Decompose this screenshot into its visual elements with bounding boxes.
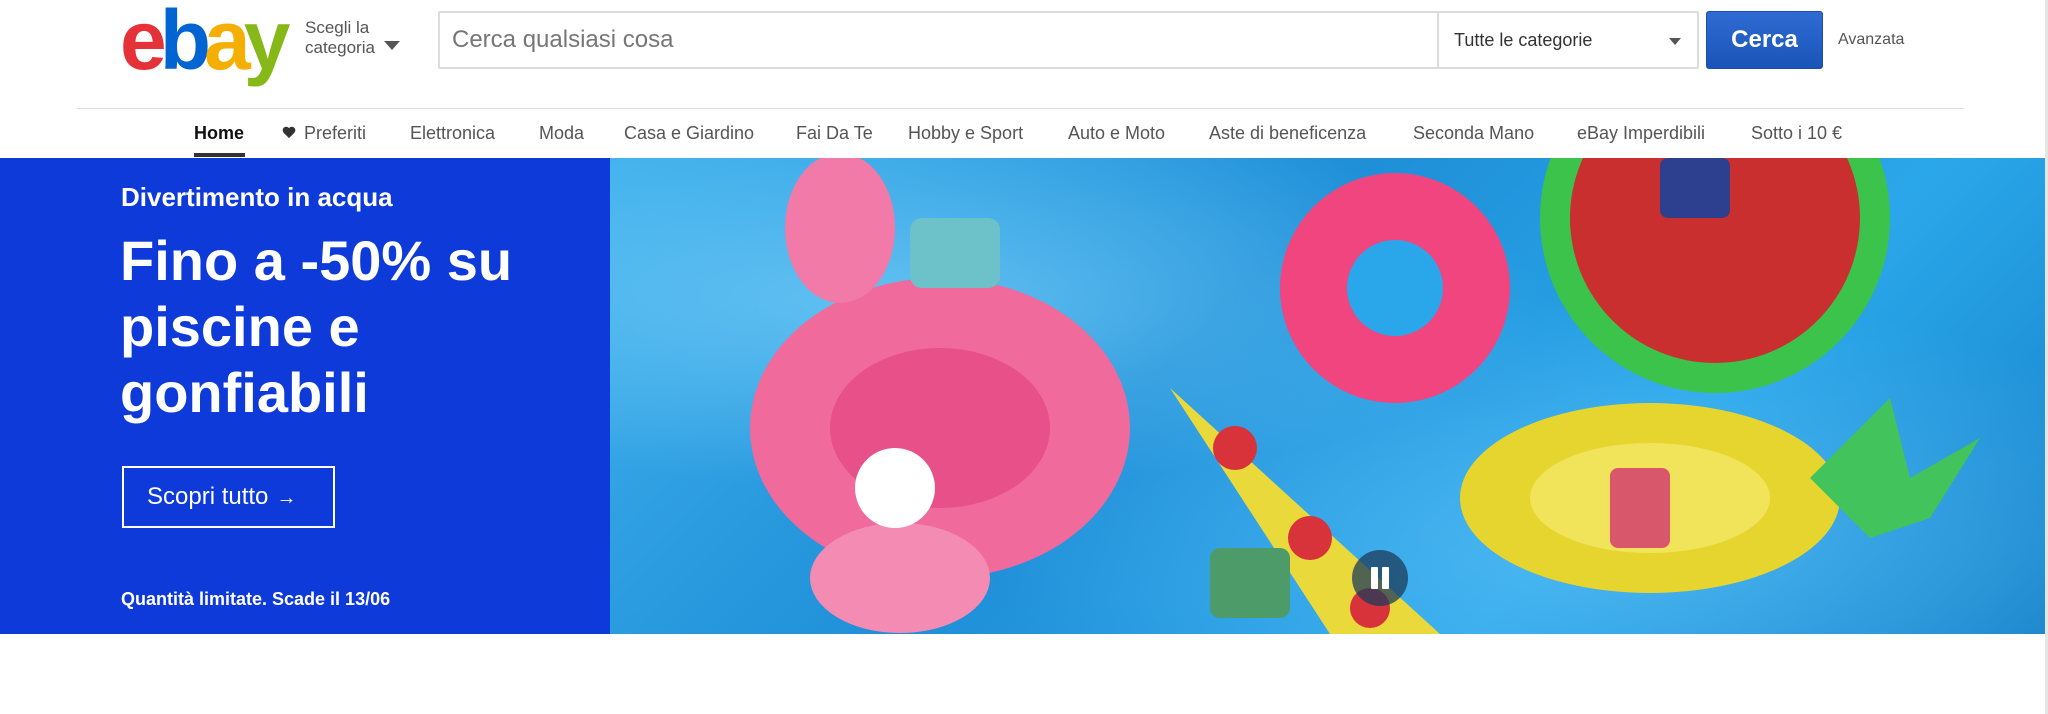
nav-item-aste-di-beneficenza[interactable]: Aste di beneficenza — [1209, 123, 1366, 144]
logo-letter-a: a — [204, 0, 251, 87]
nav-item-ebay-imperdibili[interactable]: eBay Imperdibili — [1577, 123, 1705, 144]
nav-item-preferiti[interactable]: Preferiti — [282, 123, 366, 144]
shop-by-category-button[interactable]: Scegli la categoria — [305, 18, 415, 62]
promo-kicker: Divertimento in acqua — [121, 182, 393, 212]
heart-icon — [282, 127, 296, 139]
nav-item-sotto-i-10[interactable]: Sotto i 10 € — [1751, 123, 1842, 144]
pool-floats-image[interactable] — [610, 158, 2045, 634]
ebay-logo[interactable]: ebay — [120, 0, 295, 87]
promo-panel: Divertimento in acqua Fino a -50% su pis… — [0, 158, 610, 634]
nav-item-elettronica[interactable]: Elettronica — [410, 123, 495, 144]
category-select[interactable]: Tutte le categorie — [1439, 13, 1697, 67]
logo-letter-y: y — [243, 0, 291, 87]
category-button-line1: Scegli la — [305, 18, 370, 37]
logo-letter-b: b — [159, 0, 211, 87]
advanced-search-link[interactable]: Avanzata — [1838, 31, 1904, 49]
nav-item-seconda-mano[interactable]: Seconda Mano — [1413, 123, 1534, 144]
nav-item-label: Preferiti — [304, 123, 367, 143]
promo-headline: Fino a -50% su piscine e gonfiabili — [120, 228, 590, 426]
search-button[interactable]: Cerca — [1706, 11, 1823, 69]
search-bar: Tutte le categorie — [438, 11, 1699, 69]
chevron-down-icon — [1669, 38, 1681, 45]
logo-letter-e: e — [120, 0, 167, 87]
nav-item-home[interactable]: Home — [194, 123, 244, 144]
active-tab-indicator — [194, 153, 245, 157]
headline-line: Fino a -50% su — [120, 229, 513, 292]
promo-fine-print: Quantità limitate. Scade il 13/06 — [121, 589, 391, 609]
pause-carousel-button[interactable] — [1352, 550, 1408, 606]
nav-item-moda[interactable]: Moda — [539, 123, 584, 144]
nav-item-auto-e-moto[interactable]: Auto e Moto — [1068, 123, 1165, 144]
arrow-right-icon: → — [276, 487, 297, 509]
hero-banner: Divertimento in acqua Fino a -50% su pis… — [0, 158, 2045, 634]
headline-line: gonfiabili — [120, 361, 369, 424]
chevron-down-icon — [384, 41, 400, 50]
search-input[interactable] — [440, 13, 1437, 67]
category-nav: Home Preferiti Elettronica Moda Casa e G… — [0, 109, 2045, 158]
scopri-tutto-button[interactable]: Scopri tutto → — [122, 466, 335, 528]
category-select-value: Tutte le categorie — [1454, 30, 1593, 50]
nav-item-casa-e-giardino[interactable]: Casa e Giardino — [624, 123, 754, 144]
headline-line: piscine e — [120, 295, 360, 358]
nav-item-fai-da-te[interactable]: Fai Da Te — [796, 123, 873, 144]
nav-item-hobby-e-sport[interactable]: Hobby e Sport — [908, 123, 1023, 144]
pool-floats-illustration — [750, 158, 1980, 634]
cta-label: Scopri tutto — [147, 483, 269, 510]
